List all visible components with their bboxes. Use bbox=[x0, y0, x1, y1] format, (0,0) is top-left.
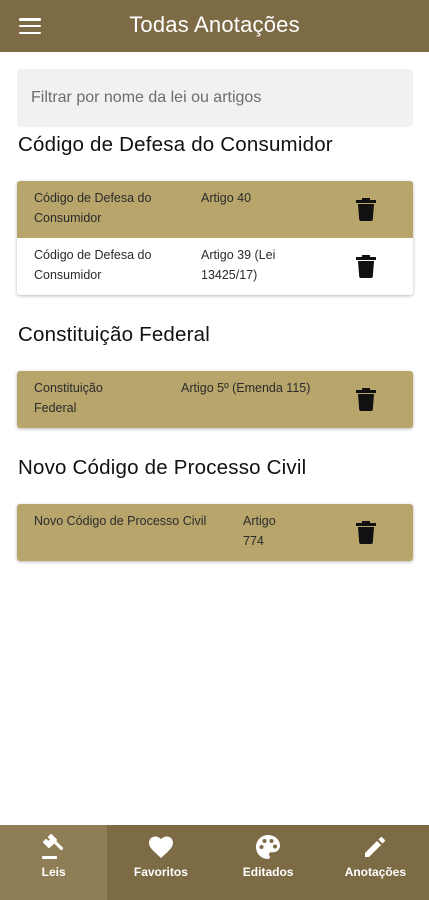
tab-label: Favoritos bbox=[133, 865, 188, 879]
trash-icon[interactable] bbox=[356, 198, 376, 221]
tab-label: Anotações bbox=[344, 865, 407, 879]
annotation-article: Artigo 40 bbox=[201, 191, 252, 205]
heart-icon bbox=[148, 836, 173, 858]
palette-icon bbox=[256, 835, 281, 859]
annotation-row[interactable]: Novo Código de Processo Civil Artigo 774 bbox=[17, 504, 413, 561]
section-title-cdc: Código de Defesa do Consumidor bbox=[18, 133, 333, 156]
annotation-article: Artigo 39 (Lei 13425/17) bbox=[201, 248, 276, 282]
app-bar: Todas Anotações bbox=[0, 0, 429, 52]
annotation-card-ncpc: Novo Código de Processo Civil Artigo 774 bbox=[17, 504, 413, 561]
annotation-article: Artigo 774 bbox=[243, 514, 276, 548]
trash-icon[interactable] bbox=[356, 388, 376, 411]
menu-button[interactable] bbox=[0, 0, 60, 52]
menu-icon bbox=[19, 18, 41, 34]
trash-icon[interactable] bbox=[356, 521, 376, 544]
bottom-tab-bar: Leis Favoritos Editados Anotações bbox=[0, 825, 429, 900]
filter-input[interactable] bbox=[17, 69, 413, 127]
tab-anotacoes[interactable]: Anotações bbox=[322, 825, 429, 900]
annotation-law: Novo Código de Processo Civil bbox=[34, 514, 207, 528]
page-title: Todas Anotações bbox=[129, 12, 300, 37]
tab-favoritos[interactable]: Favoritos bbox=[107, 825, 214, 900]
tab-editados[interactable]: Editados bbox=[215, 825, 322, 900]
annotation-article: Artigo 5º (Emenda 115) bbox=[181, 381, 311, 395]
annotation-law: Código de Defesa do Consumidor bbox=[34, 191, 152, 225]
section-title-ncpc: Novo Código de Processo Civil bbox=[18, 456, 307, 479]
annotation-card-cf: Constituição Federal Artigo 5º (Emenda 1… bbox=[17, 371, 413, 428]
trash-icon[interactable] bbox=[356, 255, 376, 278]
annotation-row[interactable]: Código de Defesa do Consumidor Artigo 39… bbox=[17, 238, 413, 295]
tab-label: Editados bbox=[242, 865, 294, 879]
annotation-card-cdc: Código de Defesa do Consumidor Artigo 40… bbox=[17, 181, 413, 295]
tab-leis[interactable]: Leis bbox=[0, 825, 108, 900]
section-title-cf: Constituição Federal bbox=[18, 323, 211, 346]
annotation-row[interactable]: Código de Defesa do Consumidor Artigo 40 bbox=[17, 181, 413, 238]
annotation-row[interactable]: Constituição Federal Artigo 5º (Emenda 1… bbox=[17, 371, 413, 428]
pencil-icon bbox=[365, 837, 386, 857]
gavel-icon bbox=[41, 833, 63, 859]
annotation-law: Constituição Federal bbox=[34, 381, 103, 415]
tab-label: Leis bbox=[41, 865, 66, 879]
annotation-law: Código de Defesa do Consumidor bbox=[34, 248, 152, 282]
